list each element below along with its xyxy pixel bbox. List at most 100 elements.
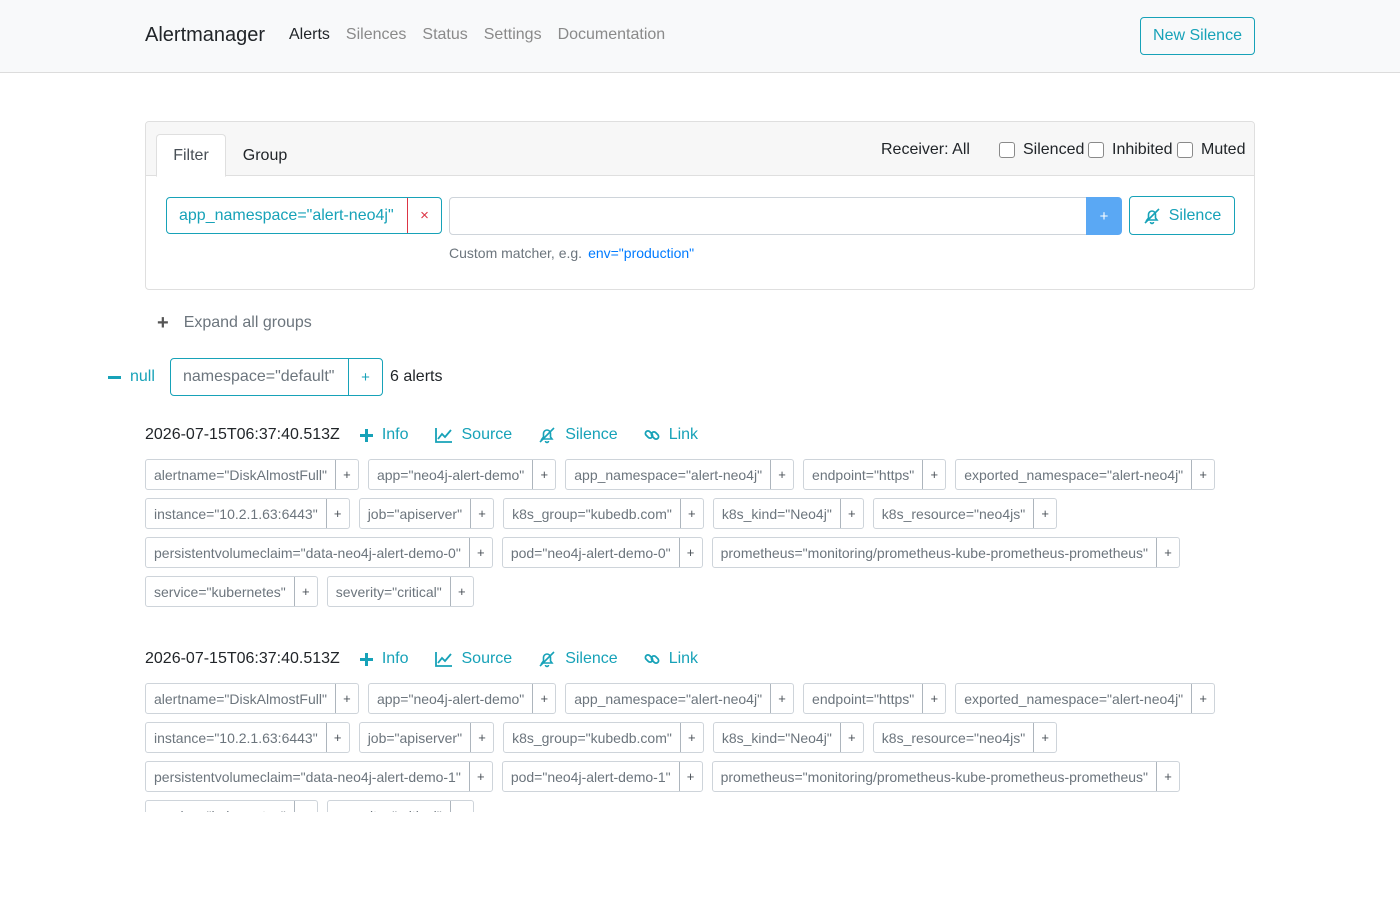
label-text[interactable]: instance="10.2.1.63:6443"	[146, 499, 326, 528]
label-text[interactable]: endpoint="https"	[804, 460, 922, 489]
nav-link-settings[interactable]: Settings	[484, 26, 542, 44]
receiver-selector[interactable]: Receiver: All	[881, 141, 970, 159]
label-add-button[interactable]: +	[334, 684, 358, 713]
label-add-button[interactable]: +	[839, 499, 863, 528]
label-add-button[interactable]: +	[449, 801, 473, 812]
label-add-button[interactable]: +	[1033, 499, 1056, 528]
label-add-button[interactable]: +	[678, 538, 702, 567]
label-pill: app="neo4j-alert-demo" +	[367, 459, 557, 490]
label-add-button[interactable]: +	[1033, 723, 1056, 752]
label-add-button[interactable]: +	[1191, 460, 1214, 489]
alert-silence-button[interactable]: Silence	[538, 426, 618, 444]
label-add-button[interactable]: +	[922, 684, 945, 713]
label-pill: exported_namespace="alert-neo4j" +	[955, 683, 1216, 714]
label-add-button[interactable]: +	[468, 538, 492, 567]
expand-all-groups[interactable]: + Expand all groups	[157, 312, 312, 334]
label-text[interactable]: severity="critical"	[328, 801, 450, 813]
checkbox-box[interactable]	[1088, 142, 1104, 158]
label-text[interactable]: prometheus="monitoring/prometheus-kube-p…	[713, 762, 1156, 791]
alert-info-button[interactable]: Info	[359, 426, 409, 444]
label-add-button[interactable]: +	[1191, 684, 1214, 713]
nav-link-alerts[interactable]: Alerts	[289, 26, 330, 44]
label-text[interactable]: service="kubernetes"	[146, 801, 294, 813]
label-text[interactable]: k8s_resource="neo4js"	[874, 723, 1033, 752]
filter-silence-button[interactable]: Silence	[1129, 196, 1235, 235]
label-text[interactable]: pod="neo4j-alert-demo-1"	[503, 762, 679, 791]
label-add-button[interactable]: +	[532, 684, 555, 713]
label-text[interactable]: pod="neo4j-alert-demo-0"	[503, 538, 679, 567]
alert-info-button[interactable]: Info	[359, 650, 409, 668]
label-add-button[interactable]: +	[468, 762, 492, 791]
alert-source-button[interactable]: Source	[434, 426, 512, 444]
label-add-button[interactable]: +	[449, 577, 473, 606]
new-silence-button[interactable]: New Silence	[1140, 17, 1255, 55]
label-add-button[interactable]: +	[470, 499, 493, 528]
plus-icon: +	[157, 312, 169, 334]
label-add-button[interactable]: +	[293, 577, 317, 606]
alert-action-label: Link	[668, 650, 699, 667]
label-text[interactable]: job="apiserver"	[360, 499, 470, 528]
add-matcher-button[interactable]: +	[1086, 197, 1122, 235]
inhibited-checkbox[interactable]: Inhibited	[1088, 141, 1173, 159]
alert-link-button[interactable]: Link	[644, 650, 698, 668]
label-text[interactable]: app_namespace="alert-neo4j"	[566, 460, 770, 489]
label-add-button[interactable]: +	[922, 460, 945, 489]
label-add-button[interactable]: +	[293, 801, 317, 812]
label-pill: service="kubernetes"+	[145, 800, 318, 812]
nav-link-silences[interactable]: Silences	[346, 26, 406, 44]
label-text[interactable]: alertname="DiskAlmostFull"	[146, 460, 335, 489]
label-text[interactable]: k8s_kind="Neo4j"	[714, 499, 840, 528]
label-text[interactable]: exported_namespace="alert-neo4j"	[956, 684, 1191, 713]
checkbox-box[interactable]	[1177, 142, 1193, 158]
tab-filter[interactable]: Filter	[156, 134, 226, 177]
label-text[interactable]: k8s_resource="neo4js"	[874, 499, 1033, 528]
nav-link-status[interactable]: Status	[422, 26, 467, 44]
label-text[interactable]: k8s_group="kubedb.com"	[504, 499, 680, 528]
alert-silence-button[interactable]: Silence	[538, 650, 618, 668]
checkbox-box[interactable]	[999, 142, 1015, 158]
active-matcher-text[interactable]: app_namespace="alert-neo4j"	[167, 198, 407, 233]
label-add-button[interactable]: +	[678, 762, 702, 791]
label-text[interactable]: instance="10.2.1.63:6443"	[146, 723, 326, 752]
group-label-add-button[interactable]: +	[348, 359, 382, 395]
label-text[interactable]: app_namespace="alert-neo4j"	[566, 684, 770, 713]
remove-matcher-button[interactable]: ×	[407, 198, 441, 233]
label-text[interactable]: app="neo4j-alert-demo"	[369, 460, 532, 489]
label-add-button[interactable]: +	[1156, 762, 1179, 791]
silenced-checkbox[interactable]: Silenced	[999, 141, 1084, 159]
label-add-button[interactable]: +	[1156, 538, 1179, 567]
muted-checkbox[interactable]: Muted	[1177, 141, 1245, 159]
label-text[interactable]: service="kubernetes"	[146, 577, 294, 606]
label-add-button[interactable]: +	[532, 460, 555, 489]
label-add-button[interactable]: +	[325, 499, 349, 528]
label-text[interactable]: prometheus="monitoring/prometheus-kube-p…	[713, 538, 1156, 567]
alert-link-button[interactable]: Link	[644, 426, 698, 444]
tab-group[interactable]: Group	[230, 134, 300, 177]
group-collapse-toggle[interactable]: null	[108, 368, 155, 386]
label-text[interactable]: exported_namespace="alert-neo4j"	[956, 460, 1191, 489]
label-add-button[interactable]: +	[325, 723, 349, 752]
label-text[interactable]: k8s_kind="Neo4j"	[714, 723, 840, 752]
label-add-button[interactable]: +	[839, 723, 863, 752]
label-text[interactable]: job="apiserver"	[360, 723, 470, 752]
label-text[interactable]: severity="critical"	[328, 577, 450, 606]
hint-example-link[interactable]: env="production"	[588, 245, 694, 261]
label-text[interactable]: persistentvolumeclaim="data-neo4j-alert-…	[146, 762, 469, 791]
label-add-button[interactable]: +	[470, 723, 493, 752]
label-add-button[interactable]: +	[679, 723, 703, 752]
label-text[interactable]: alertname="DiskAlmostFull"	[146, 684, 335, 713]
label-text[interactable]: app="neo4j-alert-demo"	[369, 684, 532, 713]
label-text[interactable]: persistentvolumeclaim="data-neo4j-alert-…	[146, 538, 469, 567]
label-add-button[interactable]: +	[770, 460, 793, 489]
label-add-button[interactable]: +	[334, 460, 358, 489]
checkbox-label: Muted	[1201, 141, 1246, 158]
label-add-button[interactable]: +	[770, 684, 793, 713]
label-text[interactable]: k8s_group="kubedb.com"	[504, 723, 680, 752]
alert-source-button[interactable]: Source	[434, 650, 512, 668]
brand-title[interactable]: Alertmanager	[145, 24, 265, 47]
nav-link-documentation[interactable]: Documentation	[558, 26, 666, 44]
custom-matcher-input[interactable]	[449, 197, 1087, 235]
label-add-button[interactable]: +	[679, 499, 703, 528]
label-text[interactable]: endpoint="https"	[804, 684, 922, 713]
label-pill: k8s_resource="neo4js" +	[872, 722, 1058, 753]
